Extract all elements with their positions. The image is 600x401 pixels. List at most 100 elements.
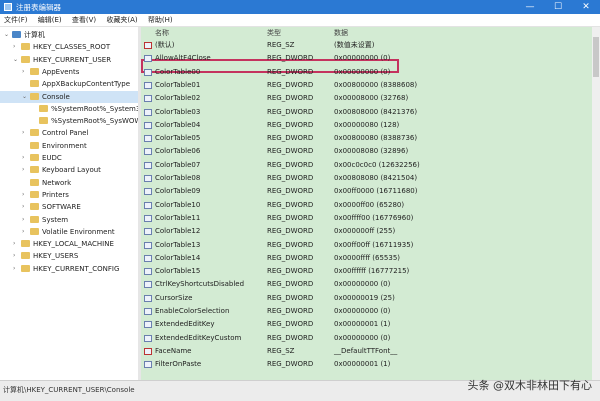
collapse-chevron-icon[interactable]: › bbox=[22, 68, 28, 75]
table-row[interactable]: ExtendedEditKeyCustom REG_DWORD 0x00000000… bbox=[141, 332, 592, 345]
binary-value-icon bbox=[144, 361, 152, 369]
table-row[interactable]: AllowAltF4Close REG_DWORD 0x00000000 (0) bbox=[141, 52, 592, 65]
tree-item[interactable]: › Volatile Environment bbox=[0, 226, 138, 238]
value-name: FilterOnPaste bbox=[155, 360, 202, 369]
table-row[interactable]: ColorTable13 REG_DWORD 0x00ff00ff (1671193… bbox=[141, 239, 592, 252]
table-row[interactable]: EnableColorSelection REG_DWORD 0x00000000 … bbox=[141, 305, 592, 318]
tree-item[interactable]: › Keyboard Layout bbox=[0, 164, 138, 176]
tree-item[interactable]: › AppEvents bbox=[0, 66, 138, 78]
value-name: ColorTable14 bbox=[155, 253, 201, 262]
vertical-scrollbar[interactable] bbox=[592, 27, 600, 380]
menu-view[interactable]: 查看(V) bbox=[68, 14, 100, 26]
collapse-chevron-icon[interactable]: › bbox=[22, 167, 28, 173]
registry-tree[interactable]: ⌄ 计算机 › HKEY_CLASSES_ROOT ⌄ HKEY_CURRENT_USER… bbox=[0, 27, 138, 380]
tree-item[interactable]: %SystemRoot%_SysWOW bbox=[0, 115, 138, 127]
tree-item[interactable]: › Printers bbox=[0, 189, 138, 201]
table-row[interactable]: ColorTable01 REG_DWORD 0x00800000 (8388608… bbox=[141, 79, 592, 92]
tree-item[interactable]: %SystemRoot%_System32 bbox=[0, 103, 138, 115]
table-row[interactable]: ColorTable08 REG_DWORD 0x00808080 (8421504… bbox=[141, 172, 592, 185]
tree-item[interactable]: Environment bbox=[0, 140, 138, 152]
tree-item[interactable]: ⌄ HKEY_CURRENT_USER bbox=[0, 54, 138, 66]
table-row[interactable]: ColorTable12 REG_DWORD 0x000000ff (255) bbox=[141, 225, 592, 238]
table-row[interactable]: ColorTable15 REG_DWORD 0x00ffffff (1677721… bbox=[141, 265, 592, 278]
tree-item[interactable]: › SOFTWARE bbox=[0, 201, 138, 213]
expand-chevron-icon[interactable]: ⌄ bbox=[13, 56, 19, 63]
expand-chevron-icon[interactable]: ⌄ bbox=[22, 93, 28, 100]
collapse-chevron-icon[interactable]: › bbox=[22, 204, 28, 210]
tree-item[interactable]: › Control Panel bbox=[0, 127, 138, 139]
tree-item[interactable]: › HKEY_LOCAL_MACHINE bbox=[0, 238, 138, 250]
tree-item[interactable]: › HKEY_CURRENT_CONFIG bbox=[0, 263, 138, 275]
tree-item-label: 计算机 bbox=[24, 31, 45, 39]
value-data: 0x00808000 (8421376) bbox=[334, 107, 418, 116]
value-data: __DefaultTTFont__ bbox=[334, 346, 398, 355]
table-row[interactable]: ColorTable06 REG_DWORD 0x00008080 (32896) bbox=[141, 145, 592, 158]
folder-icon bbox=[30, 141, 39, 149]
tree-item[interactable]: AppXBackupContentType bbox=[0, 78, 138, 90]
menu-favorites[interactable]: 收藏夹(A) bbox=[102, 14, 141, 26]
table-row[interactable]: CtrlKeyShortcutsDisabled REG_DWORD 0x00000… bbox=[141, 278, 592, 291]
tree-item[interactable]: Network bbox=[0, 177, 138, 189]
values-pane[interactable]: 名称 类型 数据 (默认) REG_SZ (数值未设置) AllowAltF4Clos… bbox=[141, 27, 592, 380]
expand-chevron-icon[interactable]: ⌄ bbox=[4, 32, 10, 38]
menu-file[interactable]: 文件(F) bbox=[0, 14, 32, 26]
table-row[interactable]: ColorTable07 REG_DWORD 0x00c0c0c0 (1263225… bbox=[141, 159, 592, 172]
value-data: 0x00ffffff (16777215) bbox=[334, 267, 410, 276]
tree-item[interactable]: › System bbox=[0, 214, 138, 226]
column-header-name[interactable]: 名称 bbox=[155, 27, 169, 39]
menu-edit[interactable]: 编辑(E) bbox=[34, 14, 66, 26]
tree-item-label: Volatile Environment bbox=[42, 227, 115, 236]
close-button[interactable]: ✕ bbox=[572, 0, 600, 14]
value-data: 0x0000ffff (65535) bbox=[334, 253, 401, 262]
table-row[interactable]: ColorTable02 REG_DWORD 0x00008000 (32768) bbox=[141, 92, 592, 105]
binary-value-icon bbox=[144, 228, 152, 236]
table-row[interactable]: (默认) REG_SZ (数值未设置) bbox=[141, 39, 592, 52]
column-header-type[interactable]: 类型 bbox=[267, 27, 281, 39]
column-header-data[interactable]: 数据 bbox=[334, 27, 348, 39]
collapse-chevron-icon[interactable]: › bbox=[22, 155, 28, 161]
tree-item-label: SOFTWARE bbox=[42, 203, 81, 212]
table-row[interactable]: ColorTable00 REG_DWORD 0x00000000 (0) bbox=[141, 66, 592, 79]
value-data: 0x00000000 (0) bbox=[334, 280, 391, 289]
table-row[interactable]: ColorTable05 REG_DWORD 0x00800080 (8388736… bbox=[141, 132, 592, 145]
tree-item[interactable]: ⌄ Console bbox=[0, 90, 138, 103]
folder-icon bbox=[30, 129, 39, 137]
tree-item[interactable]: › HKEY_CLASSES_ROOT bbox=[0, 41, 138, 53]
collapse-chevron-icon[interactable]: › bbox=[22, 216, 28, 223]
value-type: REG_DWORD bbox=[267, 134, 314, 143]
tree-item-label: System bbox=[42, 215, 69, 224]
collapse-chevron-icon[interactable]: › bbox=[22, 191, 28, 198]
tree-item[interactable]: › EUDC bbox=[0, 152, 138, 164]
table-row[interactable]: ColorTable10 REG_DWORD 0x0000ff00 (65280) bbox=[141, 199, 592, 212]
collapse-chevron-icon[interactable]: › bbox=[13, 265, 19, 272]
value-data: 0x00000000 (0) bbox=[334, 307, 391, 315]
table-row[interactable]: FaceName REG_SZ __DefaultTTFont__ bbox=[141, 345, 592, 358]
collapse-chevron-icon[interactable]: › bbox=[13, 44, 19, 50]
table-row[interactable]: CursorSize REG_DWORD 0x00000019 (25) bbox=[141, 292, 592, 305]
binary-value-icon bbox=[144, 161, 152, 169]
tree-item[interactable]: › HKEY_USERS bbox=[0, 250, 138, 262]
table-row[interactable]: ExtendedEditKey REG_DWORD 0x00000001 (1) bbox=[141, 318, 592, 331]
table-row[interactable]: ColorTable09 REG_DWORD 0x00ff0000 (1671168… bbox=[141, 185, 592, 198]
collapse-chevron-icon[interactable]: › bbox=[13, 253, 19, 259]
minimize-button[interactable]: — bbox=[516, 0, 544, 14]
collapse-chevron-icon[interactable]: › bbox=[22, 228, 28, 235]
table-row[interactable]: ColorTable14 REG_DWORD 0x0000ffff (65535) bbox=[141, 252, 592, 265]
value-name: ExtendedEditKeyCustom bbox=[155, 333, 242, 342]
table-row[interactable]: ColorTable04 REG_DWORD 0x00000080 (128) bbox=[141, 119, 592, 132]
value-type: REG_DWORD bbox=[267, 120, 314, 129]
collapse-chevron-icon[interactable]: › bbox=[13, 241, 19, 247]
menu-bar: 文件(F) 编辑(E) 查看(V) 收藏夹(A) 帮助(H) bbox=[0, 14, 600, 27]
table-row[interactable]: FilterOnPaste REG_DWORD 0x00000001 (1) bbox=[141, 358, 592, 371]
maximize-button[interactable]: ☐ bbox=[544, 0, 572, 14]
table-row[interactable]: ColorTable03 REG_DWORD 0x00808000 (8421376… bbox=[141, 106, 592, 119]
scrollbar-thumb[interactable] bbox=[593, 37, 599, 77]
table-row[interactable]: ColorTable11 REG_DWORD 0x00ffff00 (1677696… bbox=[141, 212, 592, 225]
value-name: AllowAltF4Close bbox=[155, 54, 211, 63]
collapse-chevron-icon[interactable]: › bbox=[22, 130, 28, 136]
tree-item[interactable]: ⌄ 计算机 bbox=[0, 29, 138, 41]
value-data: 0x00000001 (1) bbox=[334, 360, 391, 369]
binary-value-icon bbox=[144, 175, 152, 182]
value-name: ColorTable01 bbox=[155, 80, 201, 89]
menu-help[interactable]: 帮助(H) bbox=[144, 14, 177, 26]
